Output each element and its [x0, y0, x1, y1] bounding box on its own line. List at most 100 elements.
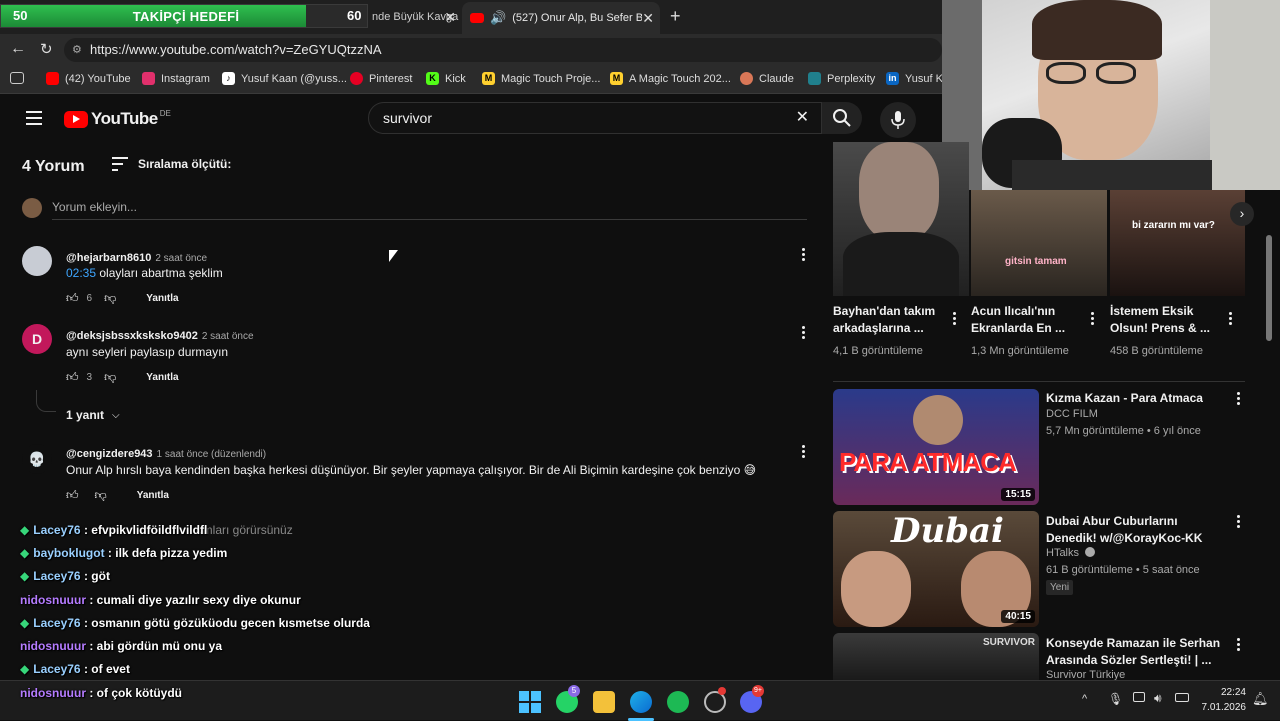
dislike-icon[interactable]: 👎︎	[104, 291, 116, 306]
edge-browser-icon[interactable]	[630, 691, 652, 713]
video-title[interactable]: Konseyde Ramazan ile Serhan Arasında Söz…	[1046, 635, 1231, 669]
dislike-icon[interactable]: 👎︎	[104, 370, 116, 385]
bookmark-perplexity[interactable]: Perplexity	[808, 72, 875, 85]
show-replies-button[interactable]: 1 yanıt ⌵	[66, 408, 120, 422]
search-button[interactable]	[822, 102, 862, 134]
video-thumbnail[interactable]: SURVIVOR	[833, 633, 1039, 680]
short-thumbnail[interactable]	[833, 142, 969, 296]
url-input[interactable]: ⚙ https://www.youtube.com/watch?v=ZeGYUQ…	[64, 38, 942, 62]
battery-icon[interactable]	[1175, 693, 1189, 702]
short-thumbnail[interactable]: gitsin tamam	[971, 190, 1107, 296]
windows-start-icon[interactable]	[519, 691, 541, 713]
diamond-icon: ◆	[20, 569, 30, 583]
reload-icon[interactable]: ↻	[40, 40, 53, 58]
video-channel[interactable]: HTalks	[1046, 547, 1096, 559]
close-icon[interactable]: ✕	[642, 10, 654, 27]
video-duration: 40:15	[1001, 610, 1035, 623]
sort-button[interactable]: Sıralama ölçütü:	[112, 157, 231, 171]
more-options-icon[interactable]	[797, 246, 809, 264]
more-options-icon[interactable]	[1232, 390, 1244, 408]
clock-time[interactable]: 22:24	[1200, 687, 1246, 698]
video-thumbnail[interactable]: PARA ATMACA 15:15	[833, 389, 1039, 505]
search-input[interactable]: survivor ✕	[368, 102, 822, 134]
kick-icon: K	[426, 72, 439, 85]
clear-search-icon[interactable]: ✕	[796, 103, 809, 133]
bookmark-claude[interactable]: Claude	[740, 72, 794, 85]
video-channel[interactable]: Survivor Türkiye	[1046, 669, 1125, 680]
timestamp-link[interactable]: 02:35	[66, 266, 96, 280]
video-title[interactable]: Kızma Kazan - Para Atmaca	[1046, 390, 1231, 407]
comment-author[interactable]: @hejarbarn8610	[66, 252, 151, 264]
comment-author[interactable]: @deksjsbssxksksko9402	[66, 330, 198, 342]
file-explorer-icon[interactable]	[593, 691, 615, 713]
close-icon[interactable]: ✕	[444, 9, 456, 26]
apps-icon[interactable]	[10, 72, 24, 84]
more-options-icon[interactable]	[1224, 310, 1236, 328]
like-icon[interactable]: 👍︎	[66, 370, 79, 385]
more-options-icon[interactable]	[797, 443, 809, 461]
reply-button[interactable]: Yanıtla	[146, 293, 178, 304]
bookmark-magic-touch-202[interactable]: MA Magic Touch 202...	[610, 72, 731, 85]
short-title[interactable]: İstemem Eksik Olsun! Prens & ...	[1110, 303, 1220, 337]
more-options-icon[interactable]	[1232, 513, 1244, 531]
chevron-right-icon[interactable]: ›	[1230, 202, 1254, 226]
dislike-icon[interactable]: 👎︎	[95, 488, 107, 503]
add-comment-input[interactable]: Yorum ekleyin...	[52, 200, 807, 220]
bookmark-instagram[interactable]: Instagram	[142, 72, 210, 85]
goal-title: TAKİPÇİ HEDEFİ	[132, 9, 240, 24]
whatsapp-icon[interactable]: 5	[556, 685, 580, 713]
comment-time[interactable]: 1 saat önce (düzenlendi)	[157, 449, 267, 460]
speaker-icon[interactable]: 🔊	[490, 10, 506, 26]
obs-icon[interactable]	[704, 687, 726, 713]
volume-icon[interactable]: 🔊︎	[1154, 691, 1162, 706]
display-icon[interactable]	[1133, 692, 1145, 702]
scrollbar-thumb[interactable]	[1266, 235, 1272, 341]
comment-time[interactable]: 2 saat önce	[202, 331, 254, 342]
tab-erkekler[interactable]: nde Büyük Kavga ✕	[370, 4, 462, 30]
spotify-icon[interactable]	[667, 691, 689, 713]
bookmark-pinterest[interactable]: Pinterest	[350, 72, 412, 85]
search-icon	[833, 109, 851, 127]
reply-button[interactable]: Yanıtla	[137, 490, 169, 501]
claude-icon	[740, 72, 753, 85]
avatar[interactable]: 💀	[22, 444, 52, 474]
clock-date[interactable]: 7.01.2026	[1196, 702, 1247, 713]
voice-search-button[interactable]	[880, 102, 916, 138]
notification-bell-icon[interactable]: 🔔︎	[1252, 691, 1269, 707]
avatar[interactable]	[22, 246, 52, 276]
bookmark-linkedin[interactable]: in Yusuf Ka	[886, 72, 949, 85]
youtube-logo[interactable]: YouTube DE	[64, 109, 171, 129]
more-options-icon[interactable]	[797, 324, 809, 342]
bookmark-tiktok[interactable]: ♪ Yusuf Kaan (@yuss...	[222, 72, 347, 85]
menu-icon[interactable]	[26, 111, 42, 125]
video-thumbnail[interactable]: Dubai 40:15	[833, 511, 1039, 627]
microphone-icon[interactable]: 🎙︎	[1108, 692, 1123, 706]
video-channel[interactable]: DCC FILM	[1046, 408, 1098, 420]
more-options-icon[interactable]	[948, 310, 960, 328]
bookmark-kick[interactable]: K Kick	[426, 72, 466, 85]
like-icon[interactable]: 👍︎	[66, 291, 79, 306]
tiktok-icon: ♪	[222, 72, 235, 85]
like-icon[interactable]: 👍︎	[66, 488, 79, 503]
comment-text: Onur Alp hırslı baya kendinden başka her…	[66, 463, 757, 477]
miro-icon: M	[610, 72, 623, 85]
more-options-icon[interactable]	[1232, 636, 1244, 654]
short-title[interactable]: Bayhan'dan takım arkadaşlarına ...	[833, 303, 953, 337]
back-arrow-icon[interactable]: ←	[10, 40, 26, 58]
chevron-up-icon[interactable]: ^	[1082, 693, 1087, 705]
discord-icon[interactable]: 9+	[740, 685, 764, 713]
site-info-icon[interactable]: ⚙	[72, 38, 82, 62]
bookmark-magic-touch-proje[interactable]: M Magic Touch Proje...	[482, 72, 600, 85]
short-title[interactable]: Acun Ilıcalı'nın Ekranlarda En ...	[971, 303, 1081, 337]
more-options-icon[interactable]	[1086, 310, 1098, 328]
comment-time[interactable]: 2 saat önce	[155, 253, 207, 264]
reply-button[interactable]: Yanıtla	[146, 372, 178, 383]
short-thumbnail[interactable]: bi zararın mı var?	[1110, 190, 1245, 296]
comment-author[interactable]: @cengizdere943	[66, 448, 153, 460]
tab-onur-alp[interactable]: 🔊 (527) Onur Alp, Bu Sefer Büyük ✕	[462, 2, 660, 34]
video-title[interactable]: Dubai Abur Cuburlarını Denedik! w/@Koray…	[1046, 513, 1231, 547]
instagram-icon	[142, 72, 155, 85]
new-tab-button[interactable]: +	[670, 6, 681, 27]
avatar[interactable]: D	[22, 324, 52, 354]
bookmark-youtube[interactable]: (42) YouTube	[46, 72, 131, 85]
